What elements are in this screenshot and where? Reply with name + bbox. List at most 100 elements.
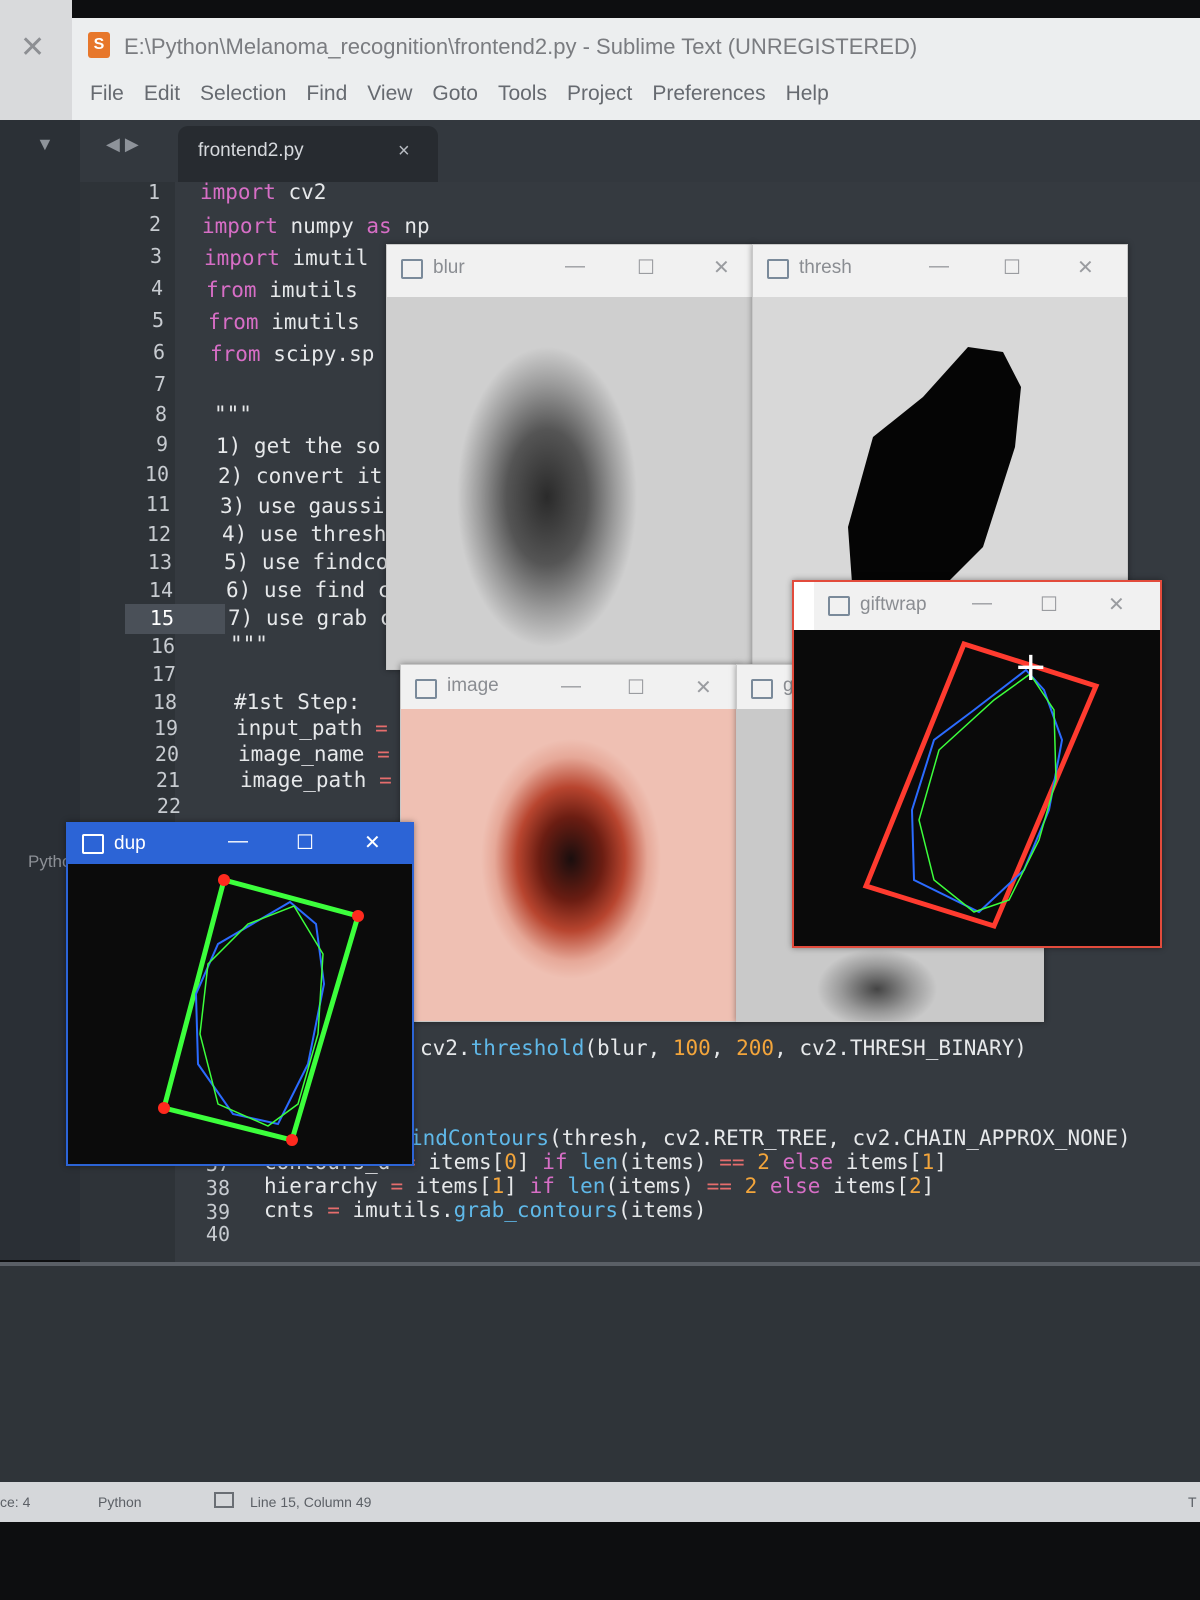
dup-canvas xyxy=(68,864,412,1164)
minimize-icon[interactable]: — xyxy=(972,592,992,615)
code-line: import cv2 xyxy=(200,180,327,204)
close-icon[interactable]: ✕ xyxy=(364,830,381,855)
status-position: Line 15, Column 49 xyxy=(250,1494,372,1510)
minimize-icon[interactable]: — xyxy=(565,255,585,278)
image-title: image xyxy=(447,675,499,696)
code-line: cnts = imutils.grab_contours(items) xyxy=(264,1198,707,1222)
close-icon[interactable]: ✕ xyxy=(1108,592,1125,617)
menu-tools[interactable]: Tools xyxy=(480,78,547,120)
code-line: image_name = xyxy=(238,742,390,766)
line-number: 8 xyxy=(154,402,167,426)
background-window: ✕ xyxy=(0,0,72,120)
tab-frontend2[interactable]: frontend2.py × xyxy=(178,126,438,182)
status-syntax[interactable]: Python xyxy=(98,1494,142,1510)
code-line: 5) use findco xyxy=(224,550,389,574)
window-icon xyxy=(828,596,850,616)
menu-bar: File Edit Selection Find View Goto Tools… xyxy=(72,78,1200,120)
line-number: 6 xyxy=(152,340,165,364)
window-icon xyxy=(751,679,773,699)
lesion-image xyxy=(401,709,737,1021)
maximize-icon[interactable]: ☐ xyxy=(296,830,314,855)
tab-nav-arrows-icon[interactable]: ◀ ▶ xyxy=(106,134,139,155)
code-line: 3) use gaussi xyxy=(220,494,385,518)
line-number: 1 xyxy=(147,180,160,204)
line-number-current: 15 xyxy=(149,606,174,630)
line-number: 17 xyxy=(151,662,176,686)
blur-image xyxy=(387,297,753,669)
code-line: 6) use find c xyxy=(226,578,391,602)
python-tab-label[interactable]: Pytho xyxy=(28,852,71,872)
menu-help[interactable]: Help xyxy=(768,78,829,120)
giftwrap-title: giftwrap xyxy=(860,594,927,615)
window-icon xyxy=(415,679,437,699)
console-panel[interactable] xyxy=(180,1262,1200,1486)
tab-label: frontend2.py xyxy=(198,140,304,161)
giftwrap-window[interactable]: giftwrap — ☐ ✕ + xyxy=(792,580,1162,948)
maximize-icon[interactable]: ☐ xyxy=(1003,255,1021,280)
blur-titlebar[interactable]: blur — ☐ ✕ xyxy=(387,245,753,297)
thresh-title: thresh xyxy=(799,257,852,278)
window-icon xyxy=(401,259,423,279)
status-indent[interactable]: ce: 4 xyxy=(0,1494,30,1510)
code-line: import numpy as np xyxy=(202,214,430,238)
line-number: 19 xyxy=(153,716,178,740)
line-number: 4 xyxy=(150,276,163,300)
svg-text:+: + xyxy=(1014,644,1048,690)
code-line: indContours(thresh, cv2.RETR_TREE, cv2.C… xyxy=(410,1126,1131,1150)
maximize-icon[interactable]: ☐ xyxy=(1040,592,1058,617)
line-number: 7 xyxy=(153,372,166,396)
maximize-icon[interactable]: ☐ xyxy=(637,255,655,280)
code-line: image_path = xyxy=(240,768,392,792)
window-icon xyxy=(767,259,789,279)
line-number: 16 xyxy=(150,634,175,658)
line-number: 20 xyxy=(154,742,179,766)
line-number: 21 xyxy=(155,768,180,792)
menu-file[interactable]: File xyxy=(72,78,124,120)
dup-window[interactable]: dup — ☐ ✕ xyxy=(66,822,414,1166)
code-comment: #1st Step: xyxy=(234,690,361,714)
code-line: 1) get the so xyxy=(216,434,381,458)
chevron-down-icon[interactable]: ▼ xyxy=(36,134,54,155)
code-line: from imutils xyxy=(208,310,360,334)
giftwrap-titlebar[interactable]: giftwrap — ☐ ✕ xyxy=(814,582,1160,630)
minimize-icon[interactable]: — xyxy=(561,675,581,698)
menu-edit[interactable]: Edit xyxy=(126,78,180,120)
line-number: 22 xyxy=(156,794,181,818)
tab-close-icon[interactable]: × xyxy=(398,140,410,163)
close-icon[interactable]: ✕ xyxy=(1077,255,1094,280)
close-icon[interactable]: ✕ xyxy=(695,675,712,700)
panel-toggle-icon[interactable] xyxy=(214,1492,234,1508)
line-number: 3 xyxy=(149,244,162,268)
menu-view[interactable]: View xyxy=(349,78,412,120)
close-icon[interactable]: ✕ xyxy=(20,30,45,65)
line-number: 12 xyxy=(146,522,171,546)
giftwrap-canvas: + xyxy=(794,630,1160,946)
lower-left-panel xyxy=(0,1262,194,1486)
image-titlebar[interactable]: image — ☐ ✕ xyxy=(401,665,737,709)
code-line: from imutils xyxy=(206,278,358,302)
maximize-icon[interactable]: ☐ xyxy=(627,675,645,700)
line-number: 14 xyxy=(148,578,173,602)
line-number: 39 xyxy=(205,1200,230,1224)
thresh-titlebar[interactable]: thresh — ☐ ✕ xyxy=(753,245,1127,297)
menu-find[interactable]: Find xyxy=(288,78,347,120)
menu-preferences[interactable]: Preferences xyxy=(634,78,765,120)
menu-selection[interactable]: Selection xyxy=(182,78,286,120)
window-icon xyxy=(82,834,104,854)
close-icon[interactable]: ✕ xyxy=(713,255,730,280)
minimize-icon[interactable]: — xyxy=(228,830,248,853)
image-window[interactable]: image — ☐ ✕ xyxy=(400,664,738,1022)
title-bar: S E:\Python\Melanoma_recognition\fronten… xyxy=(72,18,1200,79)
menu-goto[interactable]: Goto xyxy=(414,78,478,120)
blur-window[interactable]: blur — ☐ ✕ xyxy=(386,244,754,670)
menu-project[interactable]: Project xyxy=(549,78,632,120)
dup-titlebar[interactable]: dup — ☐ ✕ xyxy=(68,824,412,864)
code-line: input_path = xyxy=(236,716,388,740)
status-right[interactable]: T xyxy=(1188,1494,1197,1510)
code-line: 2) convert it xyxy=(218,464,383,488)
line-number: 5 xyxy=(151,308,164,332)
line-number: 2 xyxy=(148,212,161,236)
minimize-icon[interactable]: — xyxy=(929,255,949,278)
code-line: """ xyxy=(230,632,268,656)
code-line: hierarchy = items[1] if len(items) == 2 … xyxy=(264,1174,935,1198)
